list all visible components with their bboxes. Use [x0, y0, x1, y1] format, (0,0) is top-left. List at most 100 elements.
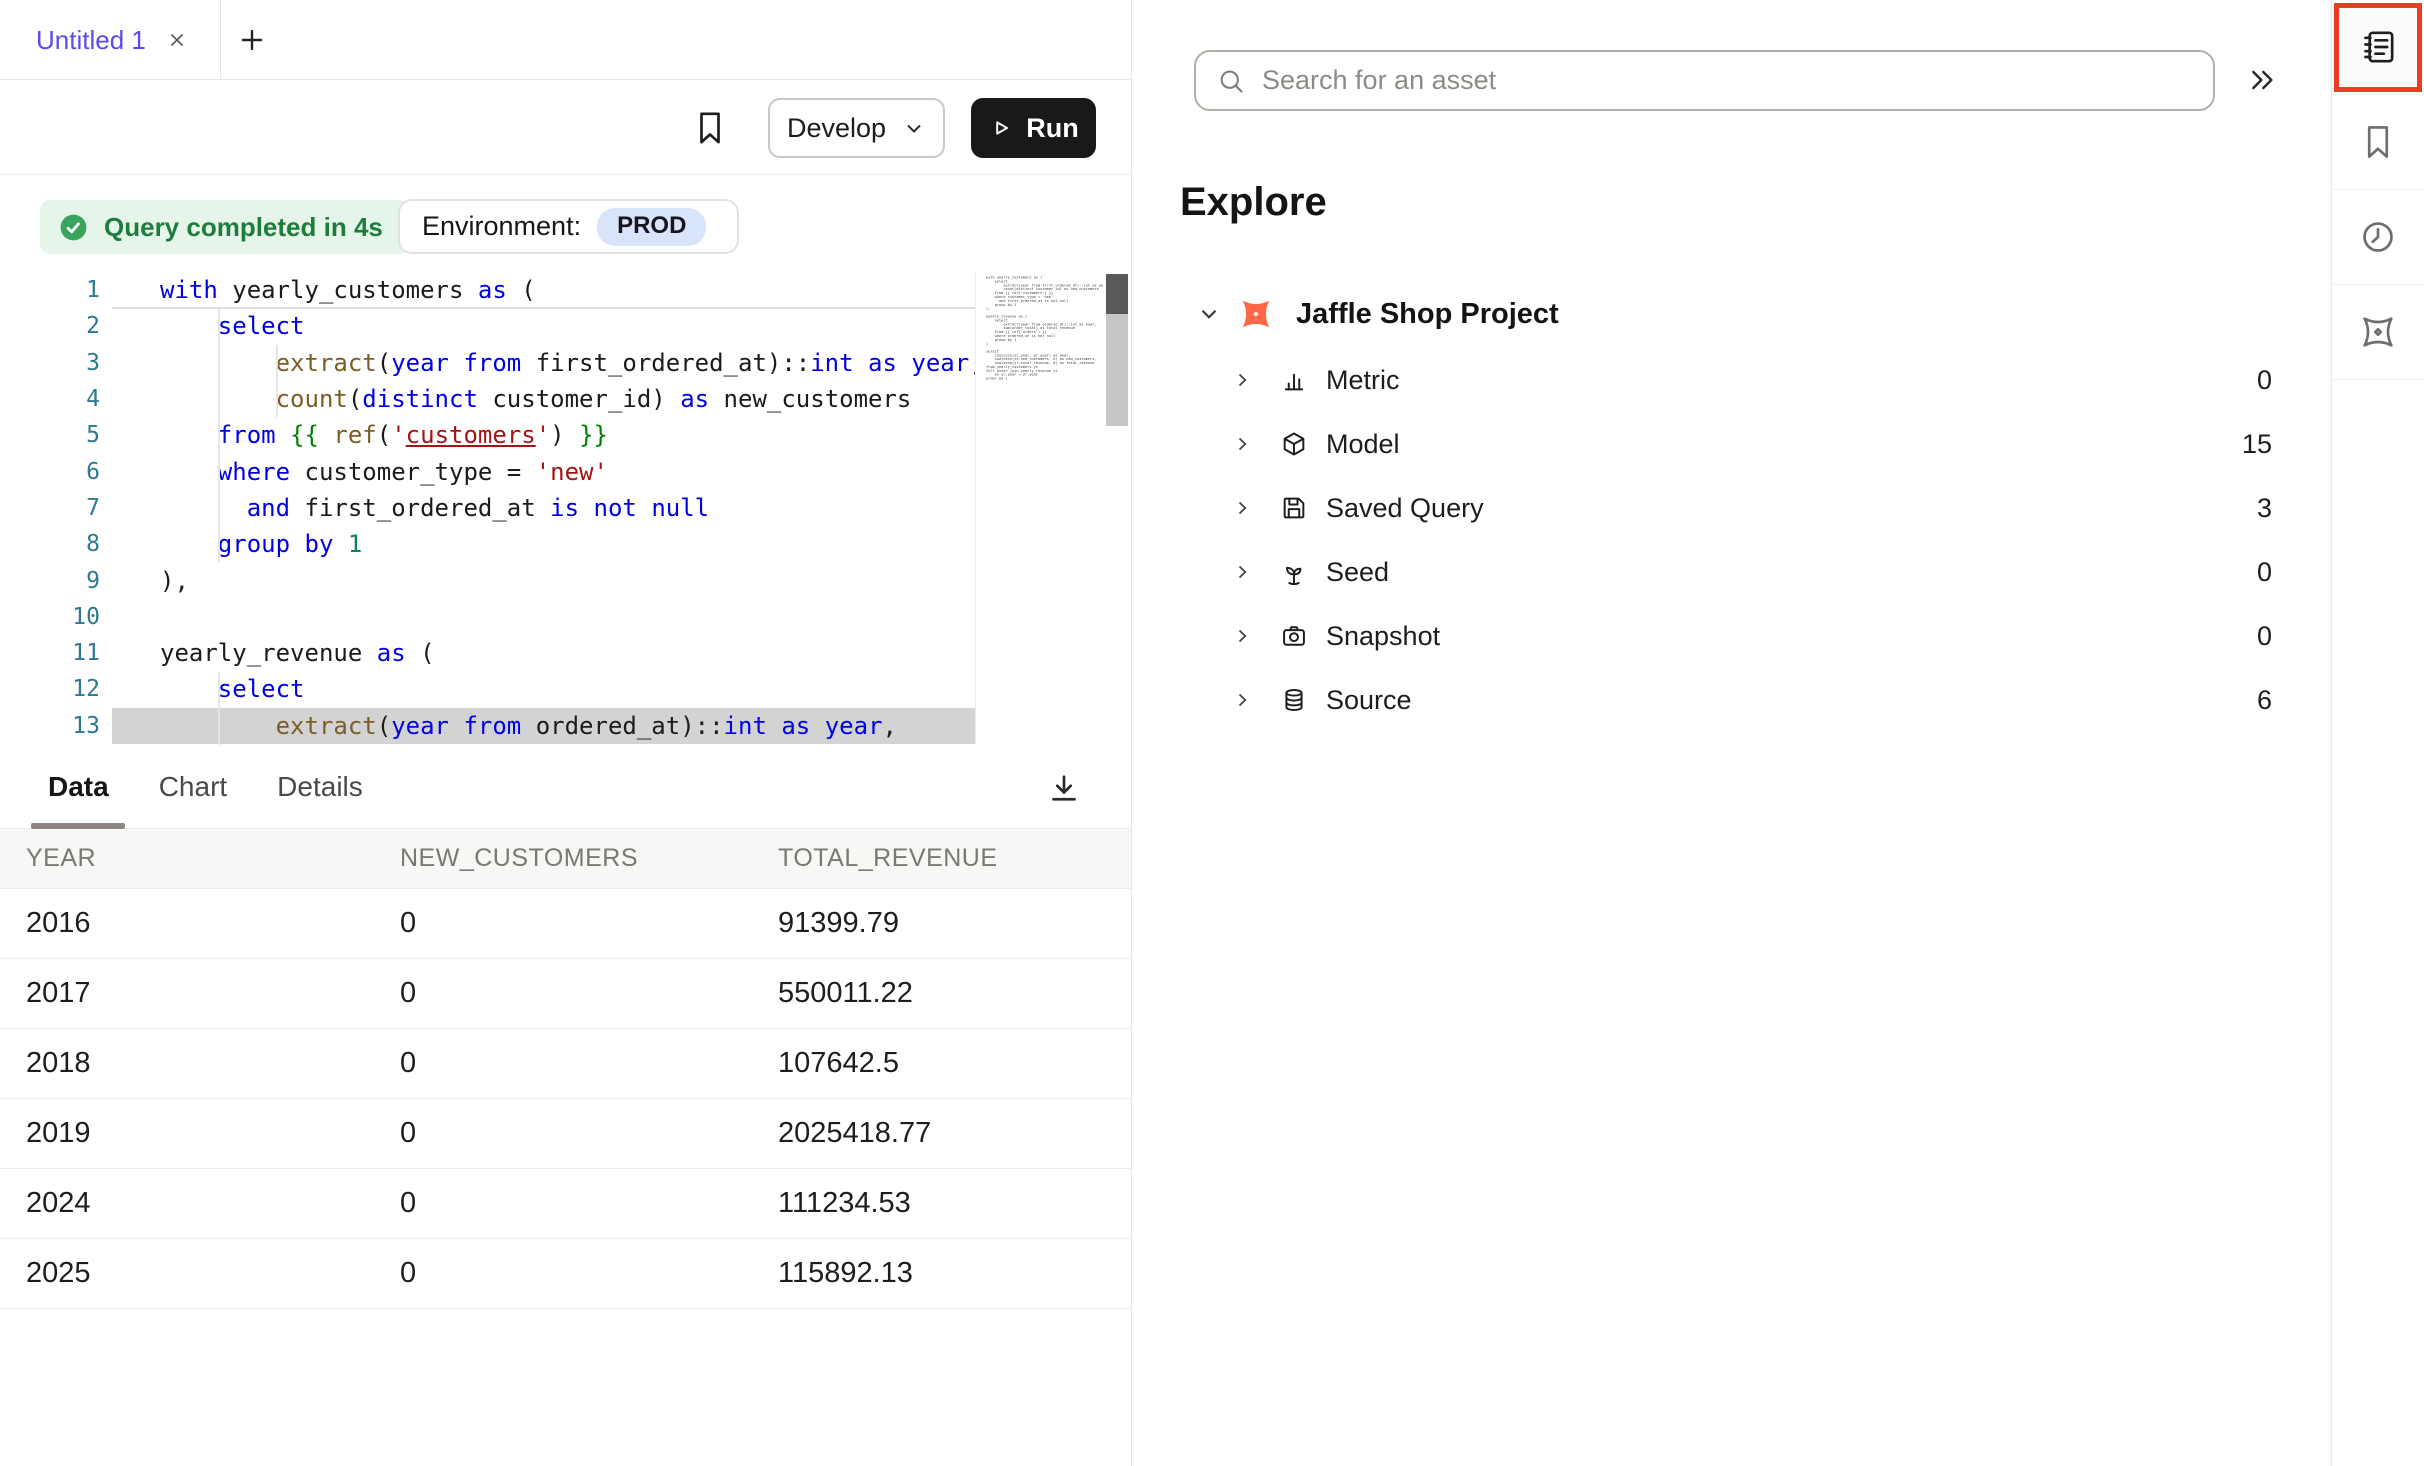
environment-label: Environment: — [422, 211, 581, 242]
line-number: 4 — [0, 386, 100, 412]
minimap-content: with yearly_customers as ( select extrac… — [986, 276, 1103, 381]
sql-editor[interactable]: 1 with yearly_customers as ( 2 select 3 … — [0, 272, 1131, 745]
code-token: ( — [348, 385, 362, 413]
chevron-right-icon[interactable] — [1232, 562, 1256, 582]
tab-chart[interactable]: Chart — [159, 771, 227, 803]
close-tab-icon[interactable] — [166, 29, 188, 51]
table-row[interactable]: 2024 0 111234.53 — [0, 1169, 1131, 1239]
code-token: int — [810, 349, 853, 377]
new-tab-button[interactable] — [233, 21, 271, 59]
tree-item-count: 0 — [2257, 365, 2272, 396]
line-number: 8 — [0, 531, 100, 557]
tab-untitled-1[interactable]: Untitled 1 — [0, 0, 221, 80]
code-token — [854, 349, 868, 377]
code-token — [767, 712, 781, 740]
right-icon-rail — [2331, 0, 2424, 1466]
code-token: ' — [536, 421, 550, 449]
chevron-right-icon[interactable] — [1232, 498, 1256, 518]
tree-item-project[interactable]: Jaffle Shop Project — [1196, 290, 1559, 338]
table-row[interactable]: 2019 0 2025418.77 — [0, 1099, 1131, 1169]
search-input[interactable] — [1194, 50, 2215, 111]
code-token: ( — [377, 421, 391, 449]
tree-item-metric[interactable]: Metric 0 — [1232, 348, 2272, 412]
rail-item-catalog[interactable] — [2332, 0, 2424, 95]
cell-year: 2019 — [0, 1117, 374, 1150]
code-line-row: 8 group by 1 — [0, 526, 1131, 562]
code-token: ( — [406, 639, 435, 667]
chevron-right-icon[interactable] — [1232, 690, 1256, 710]
download-icon[interactable] — [1042, 766, 1086, 810]
results-table-body: 2016 0 91399.79 2017 0 550011.22 2018 0 … — [0, 889, 1131, 1309]
model-icon — [1280, 430, 1310, 458]
cell-total-revenue: 111234.53 — [752, 1187, 1131, 1220]
indent-guide — [276, 345, 278, 417]
table-row[interactable]: 2017 0 550011.22 — [0, 959, 1131, 1029]
tree-item-source[interactable]: Source 6 — [1232, 668, 2272, 732]
line-number: 10 — [0, 604, 100, 630]
rail-item-bookmarks[interactable] — [2332, 95, 2424, 190]
code-line-row: 9 ), — [0, 562, 1131, 598]
code-token: ) — [550, 421, 579, 449]
tree-item-model[interactable]: Model 15 — [1232, 412, 2272, 476]
environment-selector[interactable]: Environment: PROD — [398, 199, 739, 254]
tree-item-saved-query[interactable]: Saved Query 3 — [1232, 476, 2272, 540]
cell-year: 2017 — [0, 977, 374, 1010]
tree-item-seed[interactable]: Seed 0 — [1232, 540, 2272, 604]
collapse-panel-icon[interactable] — [2236, 56, 2288, 104]
code-token: year — [825, 712, 883, 740]
code-token — [897, 349, 911, 377]
code-token: null — [651, 494, 709, 522]
run-button[interactable]: Run — [971, 98, 1096, 158]
code-token — [319, 421, 333, 449]
rail-item-dbt[interactable] — [2332, 285, 2424, 380]
code-token: 1 — [348, 530, 362, 558]
code-token: with — [160, 276, 218, 304]
editor-tabstrip: Untitled 1 — [0, 0, 1131, 80]
column-header-year: YEAR — [0, 844, 374, 873]
cell-total-revenue: 91399.79 — [752, 907, 1131, 940]
tree-item-label: Saved Query — [1326, 493, 1484, 524]
code-token: as — [680, 385, 709, 413]
table-row[interactable]: 2018 0 107642.5 — [0, 1029, 1131, 1099]
tree-item-label: Snapshot — [1326, 621, 1440, 652]
catalog-icon — [2358, 27, 2398, 67]
line-number: 11 — [0, 640, 100, 666]
indent-guide — [218, 309, 220, 562]
results-table-header: YEAR NEW_CUSTOMERS TOTAL_REVENUE — [0, 829, 1131, 889]
column-header-new-customers: NEW_CUSTOMERS — [374, 844, 752, 873]
develop-dropdown[interactable]: Develop — [768, 98, 945, 158]
table-row[interactable]: 2016 0 91399.79 — [0, 889, 1131, 959]
chevron-down-icon — [902, 116, 926, 140]
editor-scrollbar[interactable] — [1106, 272, 1128, 745]
code-token: extract — [276, 349, 377, 377]
tree-item-count: 3 — [2257, 493, 2272, 524]
query-status-text: Query completed in 4s — [104, 212, 383, 243]
code-line-row: 1 with yearly_customers as ( — [0, 272, 1131, 308]
clock-icon — [2359, 218, 2397, 256]
scrollbar-thumb[interactable] — [1106, 274, 1128, 314]
chevron-right-icon[interactable] — [1232, 434, 1256, 454]
code-token — [160, 312, 218, 340]
tab-details[interactable]: Details — [277, 771, 363, 803]
code-line-row: 13 extract(year from ordered_at)::int as… — [0, 708, 1131, 744]
tab-data[interactable]: Data — [48, 771, 109, 803]
code-line-row: 5 from {{ ref('customers') }} — [0, 417, 1131, 453]
code-token: extract — [276, 712, 377, 740]
rail-item-history[interactable] — [2332, 190, 2424, 285]
table-row[interactable]: 2025 0 115892.13 — [0, 1239, 1131, 1309]
chevron-right-icon[interactable] — [1232, 626, 1256, 646]
chevron-down-icon[interactable] — [1196, 301, 1222, 327]
code-token: is — [550, 494, 579, 522]
code-token: first_ordered_at — [290, 494, 550, 522]
line-number: 9 — [0, 568, 100, 594]
bookmark-icon[interactable] — [688, 103, 732, 153]
code-line-row: 10 — [0, 599, 1131, 635]
scrollbar-track[interactable] — [1106, 314, 1128, 426]
tree-item-snapshot[interactable]: Snapshot 0 — [1232, 604, 2272, 668]
cell-total-revenue: 2025418.77 — [752, 1117, 1131, 1150]
cell-year: 2018 — [0, 1047, 374, 1080]
editor-minimap[interactable]: with yearly_customers as ( select extrac… — [975, 272, 1103, 745]
code-token — [160, 421, 218, 449]
chevron-right-icon[interactable] — [1232, 370, 1256, 390]
code-token: customers — [406, 421, 536, 449]
